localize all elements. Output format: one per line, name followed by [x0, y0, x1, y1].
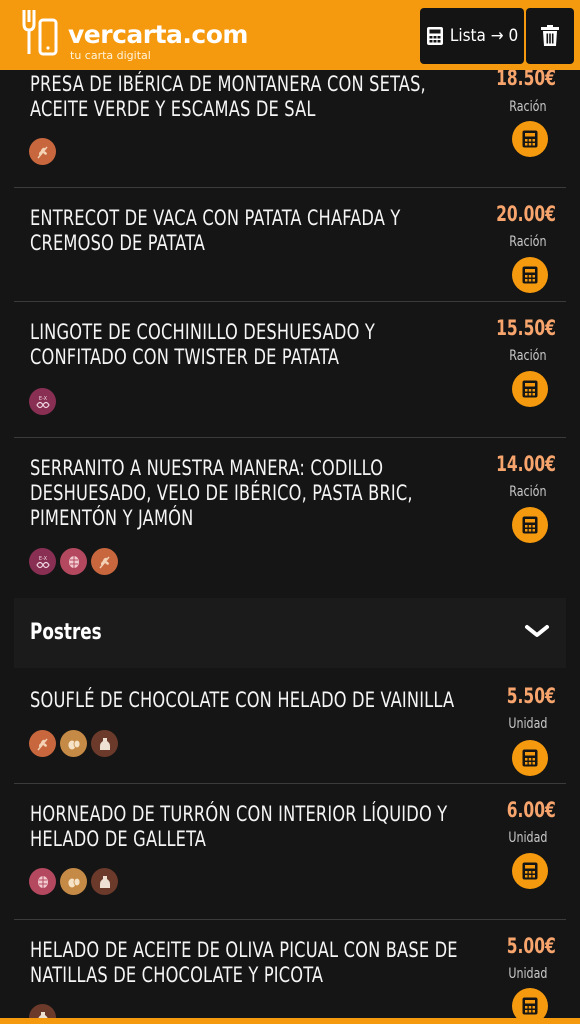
calculator-icon [522, 130, 538, 148]
item-name: LINGOTE DE COCHINILLO DESHUESADO Y CONFI… [30, 320, 375, 369]
item-name: HELADO DE ACEITE DE OLIVA PICUAL CON BAS… [30, 938, 458, 987]
section-header-postres[interactable]: Postres [14, 598, 566, 668]
menu-item: ENTRECOT DE VACA CON PATATA CHAFADA Y CR… [14, 188, 566, 302]
list-button[interactable]: Lista → 0 [420, 8, 524, 64]
item-price: 20.00€ [496, 202, 556, 226]
calculator-icon [522, 380, 538, 398]
menu-item: HORNEADO DE TURRÓN CON INTERIOR LÍQUIDO … [14, 784, 566, 920]
eggs-icon [60, 730, 87, 757]
logo-tagline: tu carta digital [70, 49, 151, 62]
calculator-icon [522, 862, 538, 880]
allergen-list [29, 138, 56, 165]
svg-text:E-X: E-X [38, 396, 47, 402]
add-to-list-button[interactable] [512, 121, 548, 157]
milk-icon [91, 730, 118, 757]
nuts-icon [60, 548, 87, 575]
eggs-icon [60, 868, 87, 895]
allergen-list: E-X [29, 548, 118, 575]
item-price: 14.00€ [496, 452, 556, 476]
menu-item: SERRANITO A NUESTRA MANERA: CODILLO DESH… [14, 438, 566, 600]
gluten-icon [29, 730, 56, 757]
item-unit: Ración [509, 99, 547, 115]
trash-icon [541, 25, 559, 46]
add-to-list-button[interactable] [512, 257, 548, 293]
item-unit: Unidad [508, 830, 548, 846]
top-bar: vercarta.com tu carta digital Lista → 0 [0, 0, 580, 70]
gluten-icon [29, 138, 56, 165]
allergen-list [29, 730, 118, 757]
item-name: PRESA DE IBÉRICA DE MONTANERA CON SETAS,… [30, 72, 426, 121]
section-title: Postres [30, 620, 102, 645]
add-to-list-button[interactable] [512, 740, 548, 776]
item-price: 5.50€ [506, 684, 556, 708]
item-price: 15.50€ [496, 316, 556, 340]
item-unit: Ración [509, 484, 547, 500]
logo-icon [22, 10, 58, 56]
item-name: ENTRECOT DE VACA CON PATATA CHAFADA Y CR… [30, 206, 401, 255]
calculator-icon [522, 266, 538, 284]
bottom-accent-bar [0, 1018, 580, 1024]
allergen-list [29, 868, 118, 895]
list-label: Lista → 0 [449, 26, 519, 46]
menu-item: PRESA DE IBÉRICA DE MONTANERA CON SETAS,… [14, 50, 566, 188]
chevron-down-icon [525, 625, 549, 637]
calculator-icon [522, 997, 538, 1015]
calculator-icon [522, 749, 538, 767]
nuts-icon [29, 868, 56, 895]
trash-button[interactable] [526, 8, 574, 64]
item-name: HORNEADO DE TURRÓN CON INTERIOR LÍQUIDO … [30, 802, 448, 851]
item-price: 6.00€ [506, 798, 556, 822]
item-unit: Unidad [508, 966, 548, 982]
add-to-list-button[interactable] [512, 853, 548, 889]
allergen-list: E-X [29, 388, 56, 415]
sulphites-icon: E-X [29, 388, 56, 415]
item-unit: Ración [509, 348, 547, 364]
item-name: SOUFLÉ DE CHOCOLATE CON HELADO DE VAINIL… [30, 688, 455, 712]
logo-name[interactable]: vercarta.com [68, 20, 248, 49]
milk-icon [91, 868, 118, 895]
add-to-list-button[interactable] [512, 371, 548, 407]
calculator-icon [426, 27, 443, 45]
calculator-icon [522, 516, 538, 534]
item-name: SERRANITO A NUESTRA MANERA: CODILLO DESH… [30, 456, 413, 530]
menu-item: LINGOTE DE COCHINILLO DESHUESADO Y CONFI… [14, 302, 566, 438]
item-price: 5.00€ [506, 934, 556, 958]
gluten-icon [91, 548, 118, 575]
menu-item: SOUFLÉ DE CHOCOLATE CON HELADO DE VAINIL… [14, 668, 566, 784]
add-to-list-button[interactable] [512, 507, 548, 543]
svg-text:E-X: E-X [38, 556, 47, 562]
item-unit: Unidad [508, 716, 548, 732]
menu-item: HELADO DE ACEITE DE OLIVA PICUAL CON BAS… [14, 920, 566, 1024]
sulphites-icon: E-X [29, 548, 56, 575]
item-unit: Ración [509, 234, 547, 250]
